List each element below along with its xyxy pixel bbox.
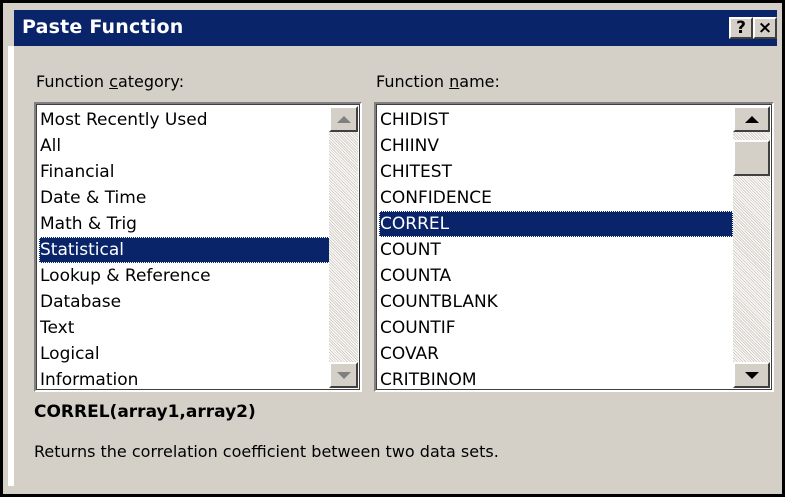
function-category-list: Most Recently Used All Financial Date & Tim… [39, 107, 332, 393]
category-list-item[interactable]: Math & Trig [39, 211, 331, 237]
scroll-down-arrow-icon [744, 371, 759, 379]
close-icon: × [757, 18, 773, 38]
category-scroll-down-button[interactable] [329, 362, 358, 388]
category-list-item[interactable]: Logical [39, 341, 331, 367]
function-scroll-down-button[interactable] [733, 362, 770, 388]
function-name-list: CHIDIST CHIINV CHITEST CONFIDENCE CORREL COUN… [379, 107, 739, 393]
category-list-item[interactable]: Statistical [39, 237, 331, 263]
help-icon: ? [736, 18, 746, 38]
function-name-label: Function name: [376, 72, 500, 91]
function-description: Returns the correlation coefficient betw… [34, 442, 499, 461]
category-list-item[interactable]: Financial [39, 159, 331, 185]
category-list-item[interactable]: All [39, 133, 331, 159]
function-list-item[interactable]: CRITBINOM [379, 367, 733, 393]
scroll-down-arrow-icon [336, 371, 351, 379]
function-list-item[interactable]: COUNTBLANK [379, 289, 733, 315]
function-list-item[interactable]: CORREL [379, 211, 733, 237]
function-syntax: CORREL(array1,array2) [34, 402, 256, 422]
category-list-item[interactable]: Database [39, 289, 331, 315]
function-list-item[interactable]: COUNTIF [379, 315, 733, 341]
category-scrollbar[interactable] [329, 106, 358, 388]
function-list-item[interactable]: CONFIDENCE [379, 185, 733, 211]
category-list-item[interactable]: Most Recently Used [39, 107, 331, 133]
function-scroll-thumb[interactable] [733, 140, 770, 176]
function-scrollbar[interactable] [733, 106, 770, 388]
function-list-item[interactable]: COVAR [379, 341, 733, 367]
help-button[interactable]: ? [729, 17, 753, 39]
function-name-listbox[interactable]: CHIDIST CHIINV CHITEST CONFIDENCE CORREL COUN… [374, 102, 774, 392]
function-list-item[interactable]: COUNTA [379, 263, 733, 289]
function-scroll-up-button[interactable] [733, 106, 770, 132]
function-list-item[interactable]: CHIDIST [379, 107, 733, 133]
function-category-listbox[interactable]: Most Recently Used All Financial Date & Tim… [34, 102, 362, 392]
function-list-item[interactable]: COUNT [379, 237, 733, 263]
function-list-item[interactable]: CHIINV [379, 133, 733, 159]
category-list-item[interactable]: Text [39, 315, 331, 341]
category-list-item[interactable]: Date & Time [39, 185, 331, 211]
scroll-up-arrow-icon [744, 115, 759, 123]
title-bar[interactable]: Paste Function ? × [14, 10, 777, 46]
category-list-item[interactable]: Information [39, 367, 331, 393]
category-list-item[interactable]: Lookup & Reference [39, 263, 331, 289]
function-category-label: Function category: [36, 72, 185, 91]
category-scroll-up-button[interactable] [329, 106, 358, 132]
dialog-title: Paste Function [22, 16, 184, 38]
function-list-item[interactable]: CHITEST [379, 159, 733, 185]
scroll-up-arrow-icon [336, 115, 351, 123]
close-button[interactable]: × [753, 17, 777, 39]
